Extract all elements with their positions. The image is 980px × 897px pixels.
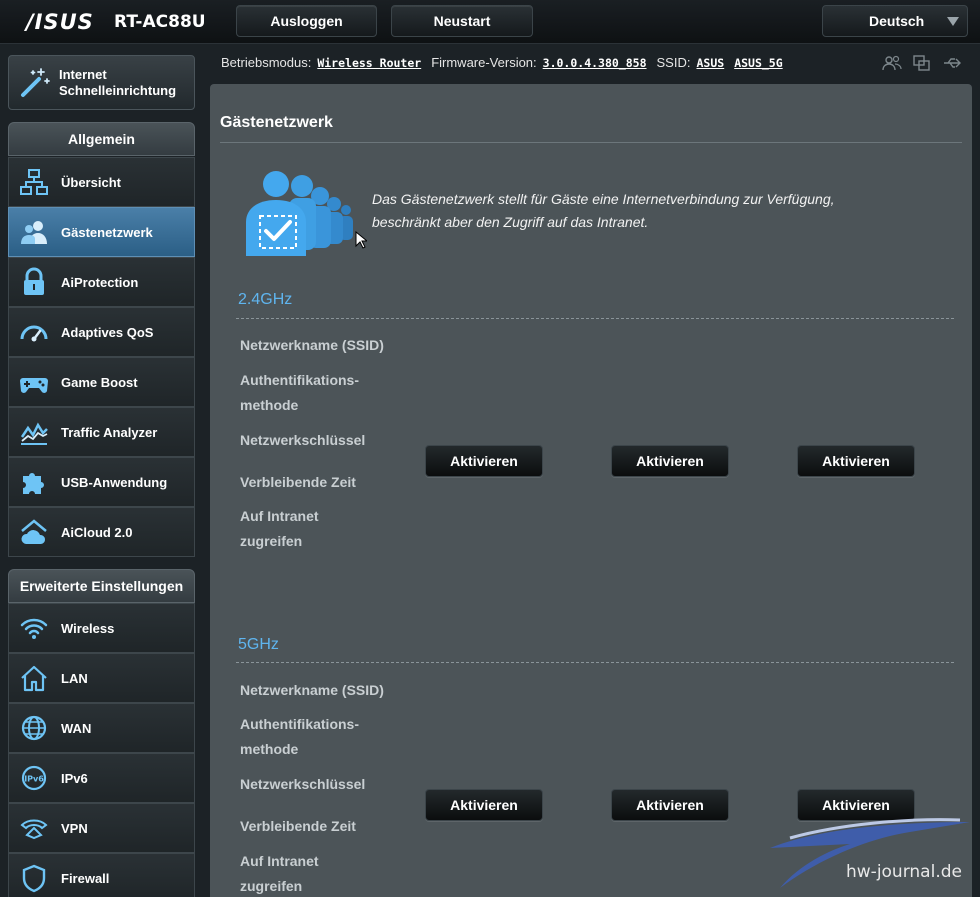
sidebar-item-lan[interactable]: LAN [8,653,195,703]
mode-label: Betriebsmodus: [221,55,312,70]
vpn-icon [20,819,48,840]
firmware-label: Firmware-Version: [431,55,537,70]
activate-button-24ghz-1[interactable]: Aktivieren [425,445,543,477]
usb-icon[interactable] [942,54,962,72]
sidebar-item-aiprotection[interactable]: AiProtection [8,257,195,307]
activate-button-24ghz-2[interactable]: Aktivieren [611,445,729,477]
puzzle-icon [23,473,44,494]
advanced-section-title: Erweiterte Einstellungen [8,569,195,603]
field-label-remaining-time: Verbleibende Zeit [240,818,356,834]
band-divider [236,318,954,319]
lock-icon [24,267,44,295]
field-label-network-key: Netzwerkschlüssel [240,776,366,792]
sidebar-item-ipv6[interactable]: IPv6 IPv6 [8,753,195,803]
sidebar-item-game-boost[interactable]: Game Boost [8,357,195,407]
band-divider [236,662,954,663]
activate-button-24ghz-3[interactable]: Aktivieren [797,445,915,477]
chevron-down-icon [947,17,959,26]
sidebar-item-label: Adaptives QoS [61,324,154,340]
sidebar-item-label: IPv6 [61,770,88,786]
field-label-auth-method: Authentifikations-methode [240,372,359,413]
sidebar-item-label: WAN [61,720,92,736]
status-icons [882,54,962,72]
language-value: Deutsch [869,13,925,29]
sidebar-item-label: Übersicht [61,174,121,190]
sidebar-item-wan[interactable]: WAN [8,703,195,753]
sidebar-item-overview[interactable]: Übersicht [8,157,195,207]
field-label-intranet-access: Auf Intranet zugreifen [240,853,319,894]
traffic-chart-icon [20,422,48,445]
svg-text:IPv6: IPv6 [24,775,44,784]
status-line: Betriebsmodus: Wireless Router Firmware-… [221,55,783,70]
guest-network-icon [21,221,47,244]
general-section-title: Allgemein [8,122,195,156]
firmware-link[interactable]: 3.0.0.4.380_858 [543,56,647,70]
sidebar-item-usb-application[interactable]: USB-Anwendung [8,457,195,507]
copy-icon[interactable] [912,54,932,72]
watermark-text: hw-journal.de [846,862,962,882]
field-label-auth-method: Authentifikations-methode [240,716,359,757]
title-divider [220,142,962,143]
activate-button-5ghz-1[interactable]: Aktivieren [425,789,543,821]
ssid-link-24[interactable]: ASUS [696,56,724,70]
sidebar-item-aicloud[interactable]: AiCloud 2.0 [8,507,195,557]
field-label-ssid: Netzwerkname (SSID) [240,337,384,353]
mode-link[interactable]: Wireless Router [317,56,421,70]
sidebar-item-traffic-analyzer[interactable]: Traffic Analyzer [8,407,195,457]
sidebar-item-vpn[interactable]: VPN [8,803,195,853]
shield-icon [22,864,46,893]
intro-text: Das Gästenetzwerk stellt für Gäste eine … [372,191,835,230]
magic-wand-icon [21,67,50,97]
sidebar-item-firewall[interactable]: Firewall [8,853,195,897]
field-label-remaining-time: Verbleibende Zeit [240,474,356,490]
sidebar-item-wireless[interactable]: Wireless [8,603,195,653]
page-title: Gästenetzwerk [220,114,333,131]
top-bar: /ISUS RT-AC88U Ausloggen Neustart Deutsc… [0,0,980,44]
sidebar-item-label: AiProtection [61,274,139,290]
sidebar-item-label: AiCloud 2.0 [61,524,133,540]
sidebar-item-label: Wireless [61,620,115,636]
field-label-network-key: Netzwerkschlüssel [240,432,366,448]
cloud-home-icon [21,519,47,544]
sidebar-item-label: Gästenetzwerk [61,224,153,240]
band-title-24ghz: 2.4GHz [238,291,293,308]
language-select[interactable]: Deutsch [822,5,968,37]
quick-setup-button[interactable]: Internet Schnelleinrichtung [8,55,195,110]
asus-logo: /ISUS [26,10,94,34]
network-map-icon [20,169,48,195]
mouse-cursor-icon [355,231,367,249]
sidebar-item-label: Firewall [61,870,110,886]
sidebar-item-label: LAN [61,670,88,686]
ssid-link-5g[interactable]: ASUS_5G [734,56,782,70]
ssid-label: SSID: [656,55,691,70]
speedometer-icon [20,325,48,342]
sidebar-item-adaptive-qos[interactable]: Adaptives QoS [8,307,195,357]
activate-button-5ghz-2[interactable]: Aktivieren [611,789,729,821]
watermark-swoosh-icon [770,818,970,888]
globe-icon [21,715,47,741]
guest-network-illustration-icon [246,171,353,256]
clients-icon[interactable] [882,54,902,72]
sidebar-item-label: VPN [61,820,88,836]
ipv6-globe-icon: IPv6 [21,765,47,791]
quick-setup-label: Internet Schnelleinrichtung [59,66,177,98]
field-label-intranet-access: Auf Intranet zugreifen [240,508,319,549]
sidebar-item-label: Traffic Analyzer [61,424,158,440]
model-name: RT-AC88U [114,12,206,32]
sidebar-item-label: Game Boost [61,374,138,390]
logout-button[interactable]: Ausloggen [236,5,377,37]
sidebar-item-label: USB-Anwendung [61,474,168,490]
wifi-icon [20,618,48,639]
home-icon [21,665,47,692]
sidebar-item-guest-network[interactable]: Gästenetzwerk [8,207,195,257]
band-title-5ghz: 5GHz [238,636,279,653]
field-label-ssid: Netzwerkname (SSID) [240,682,384,698]
gamepad-icon [20,378,48,393]
main-panel: Gästenetzwerk Das Gästenetzwerk stellt f… [210,84,972,897]
reboot-button[interactable]: Neustart [391,5,533,37]
